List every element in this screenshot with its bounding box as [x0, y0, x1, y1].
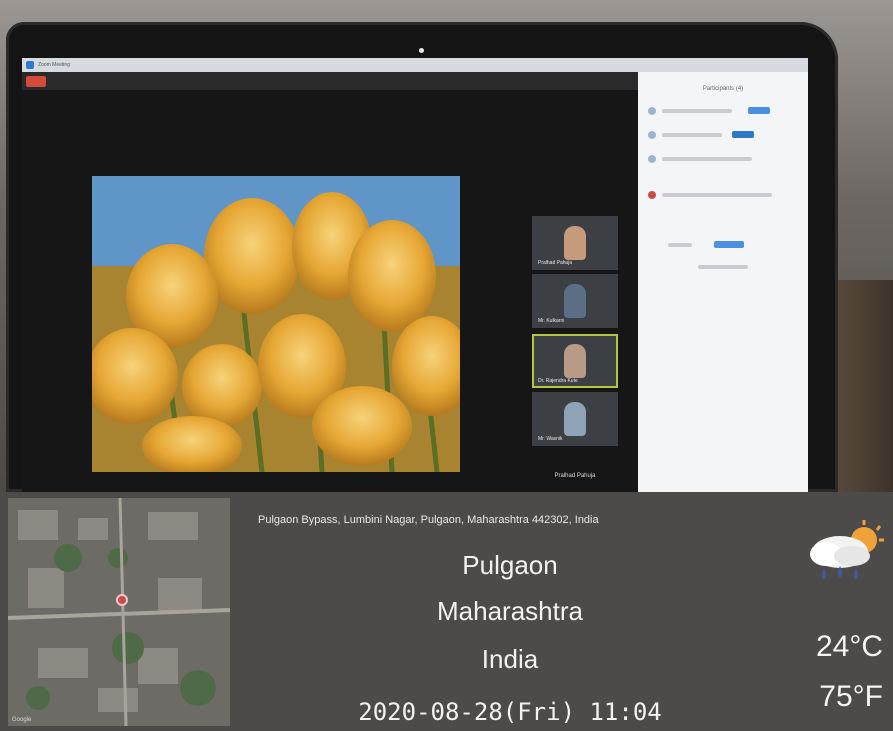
participant-tile-name: Mr. Kulkarni [538, 318, 565, 324]
window-titlebar: Zoom Meeting [22, 58, 808, 72]
satellite-map-image [8, 498, 230, 726]
participant-avatar [564, 344, 586, 378]
webcam-dot [419, 48, 424, 53]
datetime-label: 2020-08-28(Fri) 11:04 [358, 698, 662, 726]
monitor: Zoom Meeting Pralhad Pahuja Mr. Kulkarni… [6, 22, 838, 514]
participant-tile-name: Mr. Wasnik [538, 436, 563, 442]
shared-screen-image [92, 176, 460, 472]
active-speaker-name: Pralhad Pahuja [554, 473, 596, 479]
participant-tile-name: Pralhad Pahuja [538, 260, 573, 266]
participant-video-strip: Pralhad Pahuja Mr. Kulkarni Dr. Rajendra… [532, 216, 618, 456]
mute-button[interactable] [748, 107, 770, 114]
invite-button[interactable] [668, 243, 692, 247]
participant-avatar [648, 155, 656, 163]
mute-all-button[interactable] [714, 241, 744, 248]
participant-video-tile[interactable]: Mr. Kulkarni [532, 274, 618, 328]
participant-avatar [648, 191, 656, 199]
participant-avatar [648, 107, 656, 115]
participant-row[interactable] [648, 154, 798, 164]
host-badge [732, 131, 754, 138]
map-credit: Google [12, 717, 32, 723]
participant-video-tile[interactable]: Mr. Wasnik [532, 392, 618, 446]
monitor-screen: Zoom Meeting Pralhad Pahuja Mr. Kulkarni… [22, 58, 808, 514]
panel-more [648, 262, 798, 272]
background-furniture [833, 280, 893, 492]
temperature-celsius: 24°C [815, 630, 883, 663]
panel-actions [648, 240, 798, 250]
participant-row[interactable] [648, 190, 798, 200]
participants-panel: Participants (4) [638, 72, 808, 514]
more-options-button[interactable] [698, 265, 748, 269]
country-label: India [481, 644, 539, 674]
participant-avatar [564, 284, 586, 318]
participant-avatar [564, 226, 586, 260]
tulips-image [92, 176, 460, 472]
zoom-app-icon [26, 61, 34, 69]
address-line: Pulgaon Bypass, Lumbini Nagar, Pulgaon, … [258, 514, 599, 526]
map-thumbnail[interactable]: Google [8, 498, 230, 726]
location-pin-icon [116, 594, 128, 606]
participant-avatar [564, 402, 586, 436]
participant-tile-name: Dr. Rajendra Kute [538, 378, 578, 384]
participant-video-tile-active[interactable]: Dr. Rajendra Kute [532, 334, 618, 388]
participant-video-tile[interactable]: Pralhad Pahuja [532, 216, 618, 270]
recording-button[interactable] [26, 75, 46, 87]
window-title: Zoom Meeting [38, 62, 70, 68]
geotag-overlay: Google Pulgaon Bypass, Lumbini Nagar, Pu… [0, 492, 893, 731]
cloud-rain-sun-icon [810, 520, 884, 580]
state-label: Maharashtra [437, 596, 583, 626]
meeting-toolbar [22, 72, 638, 90]
city-label: Pulgaon [462, 550, 558, 580]
participant-row[interactable] [648, 130, 798, 140]
participant-row[interactable] [648, 106, 798, 116]
participants-panel-title: Participants (4) [702, 86, 744, 92]
meeting-area: Pralhad Pahuja Mr. Kulkarni Dr. Rajendra… [22, 90, 638, 514]
participant-avatar [648, 131, 656, 139]
temperature-fahrenheit: 75°F [819, 680, 883, 713]
